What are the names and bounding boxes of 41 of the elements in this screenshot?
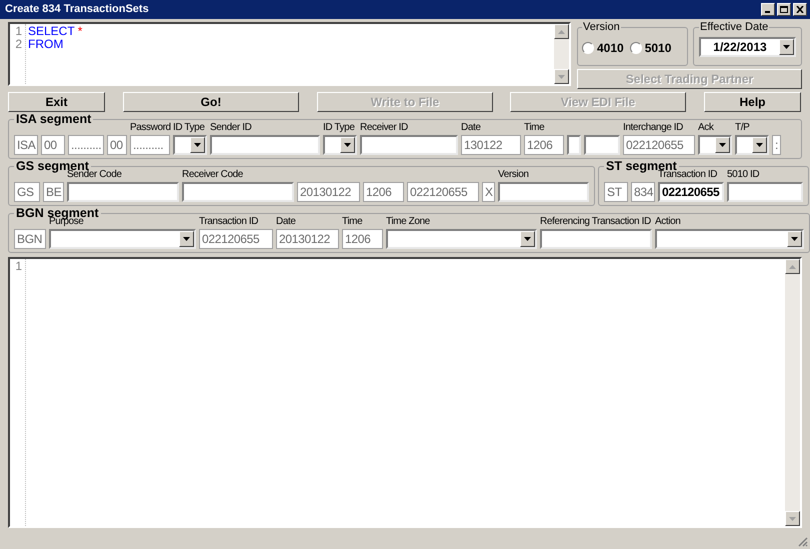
action-button[interactable]: Exit: [8, 92, 105, 112]
radio-option[interactable]: 4010: [582, 39, 624, 57]
group-title: Effective Date: [699, 22, 770, 33]
code-token: *: [78, 25, 82, 38]
field-label: T/P: [735, 122, 750, 133]
field-label: ID Type: [323, 122, 354, 133]
field-label: 5010 ID: [727, 169, 760, 180]
field-label: Time: [342, 216, 362, 227]
field-label: Referencing Transaction ID: [540, 216, 651, 227]
field-label: Transaction ID: [199, 216, 258, 227]
action-button[interactable]: Help: [704, 92, 801, 112]
field-label: Version: [498, 169, 529, 180]
radio-option[interactable]: 5010: [630, 39, 672, 57]
group-title: Version: [582, 22, 621, 33]
field-label: Action: [655, 216, 680, 227]
field-label: ID Type: [173, 122, 204, 133]
field-label: Date: [276, 216, 296, 227]
segment-title: ST segment: [605, 160, 677, 172]
query-editor[interactable]: 1 2 SELECT * FROM: [8, 22, 571, 86]
segment-title: BGN segment: [15, 207, 100, 219]
date-picker[interactable]: 1/22/2013: [699, 37, 796, 57]
field-label: Time: [524, 122, 544, 133]
field-label: Receiver Code: [182, 169, 243, 180]
code-token: FROM: [28, 38, 64, 51]
output-editor[interactable]: 1: [8, 257, 802, 528]
field-label: Interchange ID: [623, 122, 683, 133]
field-label: Password: [130, 122, 171, 133]
line-number: 1: [15, 260, 22, 273]
action-button[interactable]: Go!: [123, 92, 299, 112]
segment-title: ISA segment: [15, 113, 92, 125]
line-number: 2: [15, 38, 22, 51]
field-label: Sender ID: [210, 122, 252, 133]
field-label: Receiver ID: [360, 122, 408, 133]
line-number: 1: [15, 25, 22, 38]
segment-title: GS segment: [15, 160, 89, 172]
field-label: Time Zone: [386, 216, 430, 227]
field-label: Date: [461, 122, 481, 133]
window-title: Create 834 TransactionSets: [5, 2, 149, 18]
code-token: SELECT: [28, 25, 75, 38]
field-label: Ack: [698, 122, 714, 133]
text-field[interactable]: 022120655: [658, 182, 724, 202]
